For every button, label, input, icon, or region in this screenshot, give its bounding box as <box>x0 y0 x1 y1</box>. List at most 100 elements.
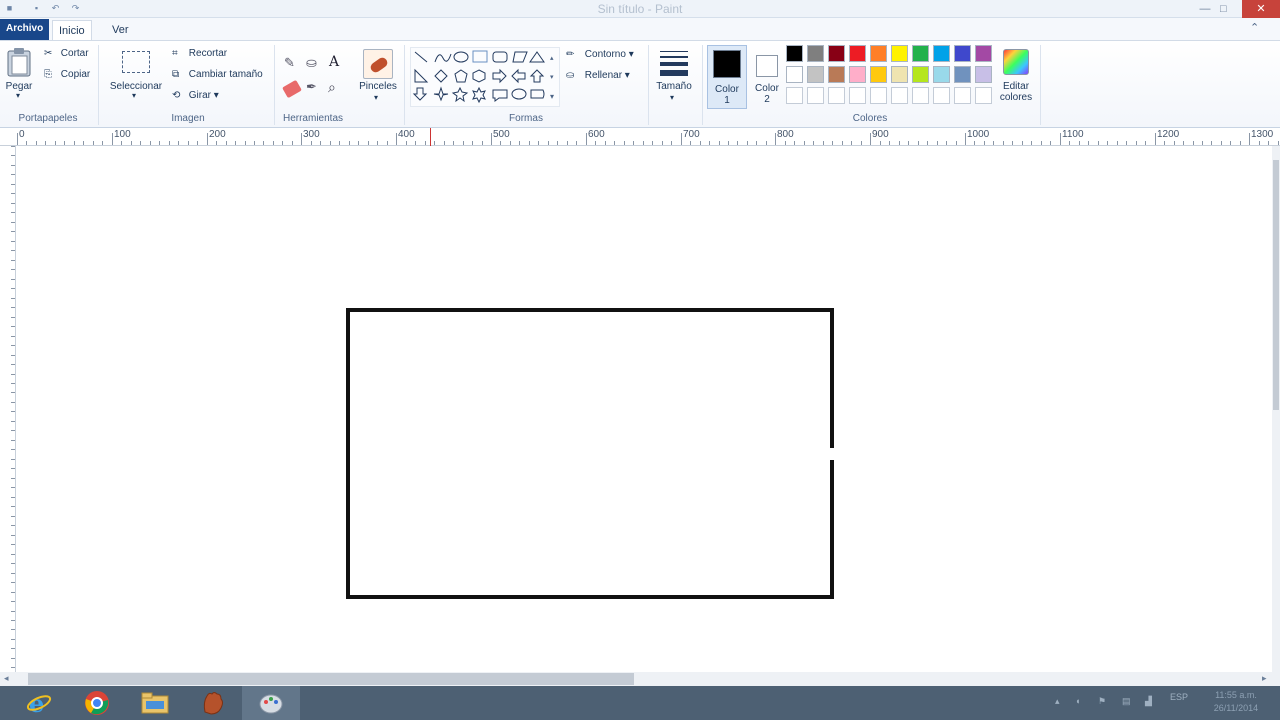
custom-color-slot[interactable] <box>870 87 887 104</box>
palette-swatch[interactable] <box>807 45 824 62</box>
edit-colors-label: Editar colores <box>999 81 1033 103</box>
color2-button[interactable]: Color 2 <box>750 45 784 109</box>
ruler-minor-tick <box>1268 141 1269 145</box>
scroll-left-icon[interactable]: ◂ <box>4 673 9 684</box>
rotate-button[interactable]: ⟲ Girar ▾ <box>172 90 219 101</box>
palette-swatch[interactable] <box>891 45 908 62</box>
vruler-tick <box>11 620 15 621</box>
custom-color-slot[interactable] <box>849 87 866 104</box>
palette-swatch[interactable] <box>954 66 971 83</box>
minimize-button[interactable]: — <box>1196 0 1214 18</box>
fill-button[interactable]: ⛀ Rellenar ▾ <box>566 70 630 81</box>
action-center-icon[interactable]: ⚑ <box>1098 696 1106 707</box>
drawn-rectangle[interactable] <box>346 308 834 599</box>
baseball-glove-icon[interactable] <box>184 686 242 720</box>
text-tool-icon[interactable]: A <box>329 54 345 70</box>
palette-swatch[interactable] <box>933 45 950 62</box>
custom-color-slot[interactable] <box>807 87 824 104</box>
palette-swatch[interactable] <box>828 66 845 83</box>
pencil-icon[interactable]: ✎ <box>284 55 300 71</box>
custom-color-slot[interactable] <box>891 87 908 104</box>
color1-label: Color 1 <box>715 84 739 106</box>
palette-swatch[interactable] <box>828 45 845 62</box>
edit-colors-button[interactable]: Editar colores <box>996 47 1036 109</box>
custom-color-slot[interactable] <box>933 87 950 104</box>
fill-bucket-icon[interactable]: ⛀ <box>306 55 322 71</box>
horizontal-scrollbar[interactable]: ◂ ▸ <box>0 672 1280 686</box>
palette-swatch[interactable] <box>912 66 929 83</box>
ruler-minor-tick <box>377 141 378 145</box>
color2-swatch <box>756 55 778 77</box>
palette-swatch[interactable] <box>807 66 824 83</box>
cut-button[interactable]: ✂ Cortar <box>44 48 89 59</box>
vruler-tick <box>11 601 15 602</box>
vruler-tick <box>11 478 15 479</box>
shapes-gallery[interactable]: ▴ ▾ ▾ <box>410 47 560 107</box>
ruler-label: 1200 <box>1157 129 1180 140</box>
ruler-minor-tick <box>965 141 966 145</box>
palette-swatch[interactable] <box>870 66 887 83</box>
ruler-minor-tick <box>444 141 445 145</box>
palette-swatch[interactable] <box>849 66 866 83</box>
vertical-scroll-thumb[interactable] <box>1273 160 1279 410</box>
palette-swatch[interactable] <box>975 45 992 62</box>
signal-icon[interactable]: ▟ <box>1145 696 1152 707</box>
custom-color-slot[interactable] <box>975 87 992 104</box>
clock[interactable]: 11:55 a.m. 26/11/2014 <box>1196 689 1276 715</box>
ruler-minor-tick <box>1164 141 1165 145</box>
custom-color-slot[interactable] <box>786 87 803 104</box>
eraser-icon[interactable] <box>282 79 302 99</box>
ruler-minor-tick <box>301 141 302 145</box>
ruler-minor-tick <box>292 141 293 145</box>
palette-swatch[interactable] <box>933 66 950 83</box>
vruler-tick <box>11 421 15 422</box>
paste-button[interactable]: Pegar ▾ <box>6 47 34 100</box>
custom-color-slot[interactable] <box>954 87 971 104</box>
outline-button[interactable]: ✏ Contorno ▾ <box>566 49 634 60</box>
palette-swatch[interactable] <box>870 45 887 62</box>
ruler-minor-tick <box>1240 141 1241 145</box>
vertical-scrollbar[interactable] <box>1272 146 1280 672</box>
ruler-minor-tick <box>671 141 672 145</box>
magnifier-icon[interactable]: ⌕ <box>328 79 344 95</box>
show-hidden-icons[interactable]: ▴ <box>1055 696 1060 707</box>
paint-taskbar-icon[interactable] <box>242 686 300 720</box>
palette-swatch[interactable] <box>786 66 803 83</box>
group-label-portapapeles: Portapapeles <box>18 113 78 124</box>
palette-swatch[interactable] <box>912 45 929 62</box>
brushes-button[interactable]: Pinceles ▾ <box>358 47 398 107</box>
palette-swatch[interactable] <box>849 45 866 62</box>
tab-inicio[interactable]: Inicio <box>52 20 92 40</box>
close-button[interactable]: ✕ <box>1242 0 1280 18</box>
crop-button[interactable]: ⌗ Recortar <box>172 48 227 59</box>
palette-swatch[interactable] <box>954 45 971 62</box>
color-picker-icon[interactable]: ✒ <box>306 79 322 95</box>
internet-explorer-icon[interactable]: e <box>10 686 68 720</box>
chrome-icon[interactable] <box>68 686 126 720</box>
selection-icon <box>122 51 150 73</box>
ruler-minor-tick <box>1060 141 1061 145</box>
minimize-ribbon-icon[interactable]: ⌃ <box>1250 21 1259 34</box>
tab-archivo[interactable]: Archivo <box>0 19 50 40</box>
resize-handle[interactable] <box>829 448 837 460</box>
file-explorer-icon[interactable] <box>126 686 184 720</box>
language-indicator[interactable]: ESP <box>1170 691 1188 703</box>
custom-color-slot[interactable] <box>828 87 845 104</box>
palette-swatch[interactable] <box>975 66 992 83</box>
scroll-right-icon[interactable]: ▸ <box>1262 673 1267 684</box>
vruler-tick <box>11 250 15 251</box>
color1-button[interactable]: Color 1 <box>707 45 747 109</box>
custom-color-slot[interactable] <box>912 87 929 104</box>
vruler-tick <box>11 487 15 488</box>
volume-icon[interactable]: ◖ <box>1075 696 1080 706</box>
copy-button[interactable]: ⎘ Copiar <box>44 69 90 80</box>
palette-swatch[interactable] <box>786 45 803 62</box>
select-button[interactable]: Seleccionar ▾ <box>108 49 164 105</box>
size-button[interactable]: Tamaño ▾ <box>654 47 694 107</box>
resize-button[interactable]: ⧉ Cambiar tamaño <box>172 69 263 80</box>
ruler-label: 300 <box>303 129 320 140</box>
tab-ver[interactable]: Ver <box>106 20 135 40</box>
horizontal-scroll-thumb[interactable] <box>28 673 634 685</box>
palette-swatch[interactable] <box>891 66 908 83</box>
network-icon[interactable]: ▤ <box>1122 696 1131 707</box>
